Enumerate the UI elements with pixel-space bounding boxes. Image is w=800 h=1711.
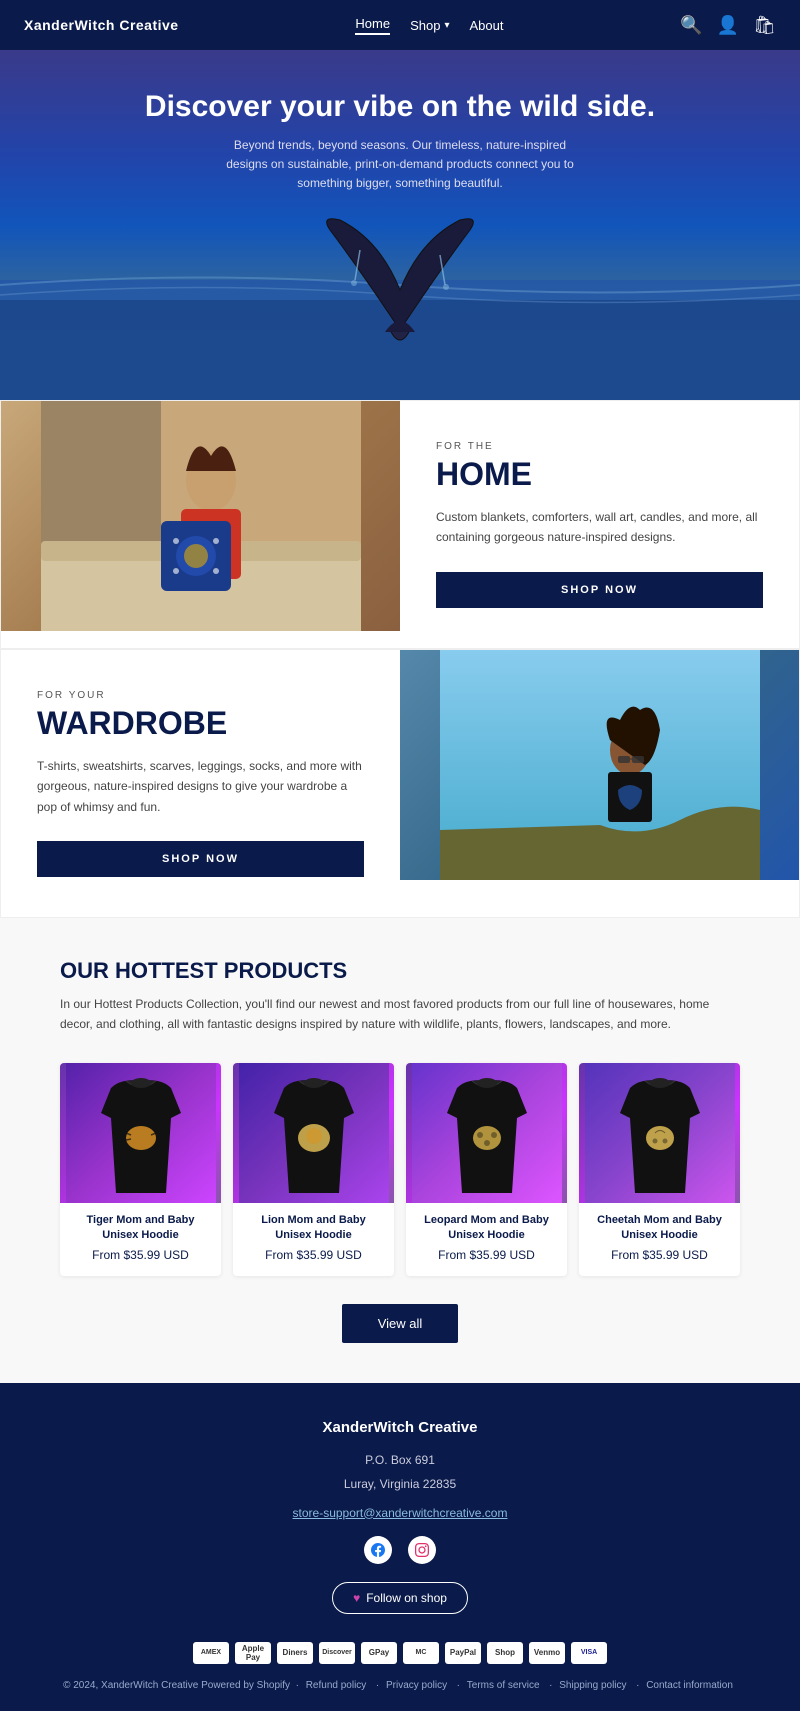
home-text-panel: FOR THE HOME Custom blankets, comforters… xyxy=(400,401,799,648)
product-price-1: From $35.99 USD xyxy=(70,1248,211,1262)
whale-tail-illustration xyxy=(0,200,800,400)
home-title: HOME xyxy=(436,456,763,493)
footer-address-line1: P.O. Box 691 xyxy=(20,1448,780,1472)
home-image-panel xyxy=(1,401,400,648)
nav-brand[interactable]: XanderWitch Creative xyxy=(24,17,179,33)
home-shop-button[interactable]: SHOP NOW xyxy=(436,572,763,608)
wardrobe-illustration xyxy=(440,650,760,880)
list-item[interactable]: Leopard Mom and Baby Unisex Hoodie From … xyxy=(406,1063,567,1276)
contact-link[interactable]: Contact information xyxy=(646,1680,733,1691)
footer-address-line2: Luray, Virginia 22835 xyxy=(20,1472,780,1496)
navbar: XanderWitch Creative Home Shop ▾ About 🔍… xyxy=(0,0,800,50)
amex-payment-icon: AMEX xyxy=(193,1642,229,1664)
wardrobe-text-panel: FOR YOUR WARDROBE T-shirts, sweatshirts,… xyxy=(1,650,400,917)
nav-shop-link[interactable]: Shop xyxy=(410,18,440,33)
product-name-3: Leopard Mom and Baby Unisex Hoodie xyxy=(416,1213,557,1244)
chevron-down-icon: ▾ xyxy=(444,20,449,31)
terms-link[interactable]: Terms of service xyxy=(467,1680,540,1691)
footer-email[interactable]: store-support@xanderwitchcreative.com xyxy=(20,1506,780,1520)
product-price-2: From $35.99 USD xyxy=(243,1248,384,1262)
home-split-section: FOR THE HOME Custom blankets, comforters… xyxy=(0,400,800,649)
wardrobe-for-label: FOR YOUR xyxy=(37,690,364,701)
home-illustration xyxy=(41,401,361,631)
product-name-1: Tiger Mom and Baby Unisex Hoodie xyxy=(70,1213,211,1244)
shop-pay-icon: Shop xyxy=(487,1642,523,1664)
wardrobe-desc: T-shirts, sweatshirts, scarves, leggings… xyxy=(37,756,364,817)
home-product-image xyxy=(1,401,400,631)
products-title: OUR HOTTEST PRODUCTS xyxy=(60,958,740,984)
products-desc: In our Hottest Products Collection, you'… xyxy=(60,994,740,1035)
venmo-payment-icon: Venmo xyxy=(529,1642,565,1664)
footer-brand: XanderWitch Creative xyxy=(20,1419,780,1436)
nav-icons: 🔍 👤 🛍 xyxy=(680,15,776,36)
products-grid: Tiger Mom and Baby Unisex Hoodie From $3… xyxy=(60,1063,740,1276)
product-info-3: Leopard Mom and Baby Unisex Hoodie From … xyxy=(406,1203,567,1276)
instagram-icon[interactable] xyxy=(408,1536,436,1564)
heart-icon: ♥ xyxy=(353,1591,360,1605)
nav-home[interactable]: Home xyxy=(355,16,390,35)
footer: XanderWitch Creative P.O. Box 691 Luray,… xyxy=(0,1383,800,1711)
list-item[interactable]: Lion Mom and Baby Unisex Hoodie From $35… xyxy=(233,1063,394,1276)
follow-shop-label: Follow on shop xyxy=(366,1591,447,1605)
wardrobe-split-section: FOR YOUR WARDROBE T-shirts, sweatshirts,… xyxy=(0,649,800,918)
search-icon[interactable]: 🔍 xyxy=(680,15,702,36)
view-all-wrapper: View all xyxy=(60,1304,740,1343)
home-for-label: FOR THE xyxy=(436,441,763,452)
footer-address: P.O. Box 691 Luray, Virginia 22835 xyxy=(20,1448,780,1496)
footer-legal: © 2024, XanderWitch Creative Powered by … xyxy=(20,1680,780,1691)
nav-links: Home Shop ▾ About xyxy=(355,16,503,35)
nav-shop-dropdown[interactable]: Shop ▾ xyxy=(410,18,449,33)
nav-about[interactable]: About xyxy=(470,18,504,33)
cart-icon[interactable]: 🛍 xyxy=(753,15,776,36)
wardrobe-product-image xyxy=(400,650,799,880)
product-image-4 xyxy=(579,1063,740,1203)
follow-shop-button[interactable]: ♥ Follow on shop xyxy=(332,1582,468,1614)
footer-social-links xyxy=(20,1536,780,1564)
home-desc: Custom blankets, comforters, wall art, c… xyxy=(436,507,763,548)
discover-payment-icon: Discover xyxy=(319,1642,355,1664)
facebook-icon[interactable] xyxy=(364,1536,392,1564)
list-item[interactable]: Cheetah Mom and Baby Unisex Hoodie From … xyxy=(579,1063,740,1276)
google-pay-icon: GPay xyxy=(361,1642,397,1664)
product-info-4: Cheetah Mom and Baby Unisex Hoodie From … xyxy=(579,1203,740,1276)
payment-icons: AMEX Apple Pay Diners Discover GPay MC P… xyxy=(20,1642,780,1664)
product-price-4: From $35.99 USD xyxy=(589,1248,730,1262)
product-price-3: From $35.99 USD xyxy=(416,1248,557,1262)
footer-copyright: © 2024, XanderWitch Creative Powered by … xyxy=(63,1680,290,1691)
products-section: OUR HOTTEST PRODUCTS In our Hottest Prod… xyxy=(0,918,800,1383)
wardrobe-image-panel xyxy=(400,650,799,917)
product-name-2: Lion Mom and Baby Unisex Hoodie xyxy=(243,1213,384,1244)
product-image-3 xyxy=(406,1063,567,1203)
refund-policy-link[interactable]: Refund policy xyxy=(306,1680,367,1691)
mastercard-payment-icon: MC xyxy=(403,1642,439,1664)
visa-payment-icon: VISA xyxy=(571,1642,607,1664)
product-name-4: Cheetah Mom and Baby Unisex Hoodie xyxy=(589,1213,730,1244)
paypal-payment-icon: PayPal xyxy=(445,1642,481,1664)
product-info-2: Lion Mom and Baby Unisex Hoodie From $35… xyxy=(233,1203,394,1276)
privacy-policy-link[interactable]: Privacy policy xyxy=(386,1680,447,1691)
list-item[interactable]: Tiger Mom and Baby Unisex Hoodie From $3… xyxy=(60,1063,221,1276)
view-all-button[interactable]: View all xyxy=(342,1304,459,1343)
account-icon[interactable]: 👤 xyxy=(717,15,739,36)
hero-title: Discover your vibe on the wild side. xyxy=(145,90,655,124)
product-image-2 xyxy=(233,1063,394,1203)
product-image-1 xyxy=(60,1063,221,1203)
apple-pay-icon: Apple Pay xyxy=(235,1642,271,1664)
hero-section: Discover your vibe on the wild side. Bey… xyxy=(0,50,800,400)
hero-visual xyxy=(0,200,800,400)
shipping-policy-link[interactable]: Shipping policy xyxy=(559,1680,626,1691)
hero-subtitle: Beyond trends, beyond seasons. Our timel… xyxy=(220,136,580,194)
diners-payment-icon: Diners xyxy=(277,1642,313,1664)
wardrobe-shop-button[interactable]: SHOP NOW xyxy=(37,841,364,877)
product-info-1: Tiger Mom and Baby Unisex Hoodie From $3… xyxy=(60,1203,221,1276)
wardrobe-title: WARDROBE xyxy=(37,705,364,742)
